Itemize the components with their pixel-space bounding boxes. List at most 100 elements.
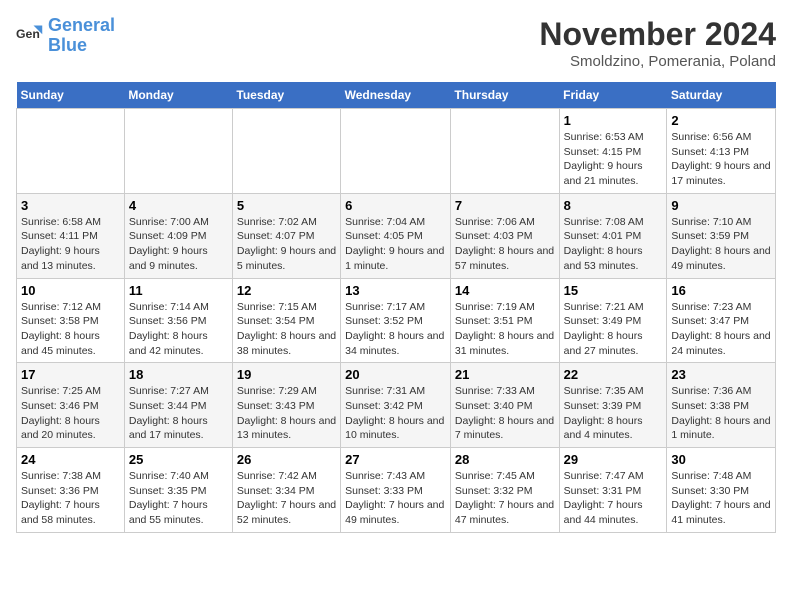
- day-cell: 18 Sunrise: 7:27 AM Sunset: 3:44 PM Dayli…: [124, 363, 232, 448]
- location: Smoldzino, Pomerania, Poland: [539, 53, 776, 70]
- day-number: 17: [21, 367, 120, 382]
- day-cell: [341, 109, 451, 194]
- day-info: Sunrise: 7:02 AM Sunset: 4:07 PM Dayligh…: [237, 215, 336, 274]
- day-cell: 17 Sunrise: 7:25 AM Sunset: 3:46 PM Dayli…: [17, 363, 125, 448]
- day-number: 8: [564, 198, 663, 213]
- day-cell: 8 Sunrise: 7:08 AM Sunset: 4:01 PM Daylig…: [559, 193, 667, 278]
- day-number: 13: [345, 283, 446, 298]
- day-cell: [232, 109, 340, 194]
- day-info: Sunrise: 7:33 AM Sunset: 3:40 PM Dayligh…: [455, 384, 555, 443]
- header-monday: Monday: [124, 82, 232, 109]
- day-cell: 16 Sunrise: 7:23 AM Sunset: 3:47 PM Dayli…: [667, 278, 776, 363]
- day-info: Sunrise: 7:43 AM Sunset: 3:33 PM Dayligh…: [345, 469, 446, 528]
- header-saturday: Saturday: [667, 82, 776, 109]
- day-cell: 28 Sunrise: 7:45 AM Sunset: 3:32 PM Dayli…: [450, 448, 559, 533]
- day-info: Sunrise: 7:25 AM Sunset: 3:46 PM Dayligh…: [21, 384, 120, 443]
- day-info: Sunrise: 7:31 AM Sunset: 3:42 PM Dayligh…: [345, 384, 446, 443]
- day-cell: 13 Sunrise: 7:17 AM Sunset: 3:52 PM Dayli…: [341, 278, 451, 363]
- day-info: Sunrise: 7:19 AM Sunset: 3:51 PM Dayligh…: [455, 300, 555, 359]
- day-info: Sunrise: 6:53 AM Sunset: 4:15 PM Dayligh…: [564, 130, 663, 189]
- day-info: Sunrise: 7:45 AM Sunset: 3:32 PM Dayligh…: [455, 469, 555, 528]
- day-info: Sunrise: 7:17 AM Sunset: 3:52 PM Dayligh…: [345, 300, 446, 359]
- day-cell: [124, 109, 232, 194]
- day-number: 19: [237, 367, 336, 382]
- day-number: 22: [564, 367, 663, 382]
- header-row: SundayMondayTuesdayWednesdayThursdayFrid…: [17, 82, 776, 109]
- day-number: 10: [21, 283, 120, 298]
- day-cell: 14 Sunrise: 7:19 AM Sunset: 3:51 PM Dayli…: [450, 278, 559, 363]
- day-cell: 12 Sunrise: 7:15 AM Sunset: 3:54 PM Dayli…: [232, 278, 340, 363]
- day-info: Sunrise: 7:48 AM Sunset: 3:30 PM Dayligh…: [671, 469, 771, 528]
- day-number: 3: [21, 198, 120, 213]
- title-area: November 2024 Smoldzino, Pomerania, Pola…: [539, 16, 776, 70]
- day-cell: 15 Sunrise: 7:21 AM Sunset: 3:49 PM Dayli…: [559, 278, 667, 363]
- day-info: Sunrise: 7:14 AM Sunset: 3:56 PM Dayligh…: [129, 300, 228, 359]
- week-row-4: 24 Sunrise: 7:38 AM Sunset: 3:36 PM Dayli…: [17, 448, 776, 533]
- day-cell: 4 Sunrise: 7:00 AM Sunset: 4:09 PM Daylig…: [124, 193, 232, 278]
- day-info: Sunrise: 7:00 AM Sunset: 4:09 PM Dayligh…: [129, 215, 228, 274]
- day-number: 16: [671, 283, 771, 298]
- day-cell: [450, 109, 559, 194]
- week-row-3: 17 Sunrise: 7:25 AM Sunset: 3:46 PM Dayli…: [17, 363, 776, 448]
- day-number: 12: [237, 283, 336, 298]
- day-number: 23: [671, 367, 771, 382]
- day-cell: 30 Sunrise: 7:48 AM Sunset: 3:30 PM Dayli…: [667, 448, 776, 533]
- calendar-table: SundayMondayTuesdayWednesdayThursdayFrid…: [16, 82, 776, 533]
- day-number: 4: [129, 198, 228, 213]
- day-cell: 2 Sunrise: 6:56 AM Sunset: 4:13 PM Daylig…: [667, 109, 776, 194]
- logo-icon: Gen: [16, 22, 44, 50]
- svg-text:Gen: Gen: [16, 27, 40, 41]
- day-cell: 1Sunrise: 6:53 AM Sunset: 4:15 PM Daylig…: [559, 109, 667, 194]
- day-info: Sunrise: 7:38 AM Sunset: 3:36 PM Dayligh…: [21, 469, 120, 528]
- day-number: 6: [345, 198, 446, 213]
- day-info: Sunrise: 7:15 AM Sunset: 3:54 PM Dayligh…: [237, 300, 336, 359]
- day-info: Sunrise: 7:29 AM Sunset: 3:43 PM Dayligh…: [237, 384, 336, 443]
- header-thursday: Thursday: [450, 82, 559, 109]
- day-cell: 10 Sunrise: 7:12 AM Sunset: 3:58 PM Dayli…: [17, 278, 125, 363]
- logo-text: General Blue: [48, 16, 115, 56]
- header-tuesday: Tuesday: [232, 82, 340, 109]
- day-cell: 23 Sunrise: 7:36 AM Sunset: 3:38 PM Dayli…: [667, 363, 776, 448]
- day-cell: 25 Sunrise: 7:40 AM Sunset: 3:35 PM Dayli…: [124, 448, 232, 533]
- day-cell: 24 Sunrise: 7:38 AM Sunset: 3:36 PM Dayli…: [17, 448, 125, 533]
- day-number: 28: [455, 452, 555, 467]
- day-cell: 3 Sunrise: 6:58 AM Sunset: 4:11 PM Daylig…: [17, 193, 125, 278]
- day-number: 9: [671, 198, 771, 213]
- day-cell: 6Sunrise: 7:04 AM Sunset: 4:05 PM Daylig…: [341, 193, 451, 278]
- day-cell: 26Sunrise: 7:42 AM Sunset: 3:34 PM Dayli…: [232, 448, 340, 533]
- day-cell: 11Sunrise: 7:14 AM Sunset: 3:56 PM Dayli…: [124, 278, 232, 363]
- header: Gen General Blue November 2024 Smoldzino…: [16, 16, 776, 70]
- day-number: 18: [129, 367, 228, 382]
- day-number: 14: [455, 283, 555, 298]
- day-number: 25: [129, 452, 228, 467]
- day-cell: 22Sunrise: 7:35 AM Sunset: 3:39 PM Dayli…: [559, 363, 667, 448]
- header-wednesday: Wednesday: [341, 82, 451, 109]
- day-info: Sunrise: 7:12 AM Sunset: 3:58 PM Dayligh…: [21, 300, 120, 359]
- day-cell: 27 Sunrise: 7:43 AM Sunset: 3:33 PM Dayli…: [341, 448, 451, 533]
- day-info: Sunrise: 7:08 AM Sunset: 4:01 PM Dayligh…: [564, 215, 663, 274]
- day-number: 30: [671, 452, 771, 467]
- day-cell: 20Sunrise: 7:31 AM Sunset: 3:42 PM Dayli…: [341, 363, 451, 448]
- day-cell: 19 Sunrise: 7:29 AM Sunset: 3:43 PM Dayli…: [232, 363, 340, 448]
- week-row-1: 3 Sunrise: 6:58 AM Sunset: 4:11 PM Daylig…: [17, 193, 776, 278]
- day-number: 27: [345, 452, 446, 467]
- day-info: Sunrise: 7:27 AM Sunset: 3:44 PM Dayligh…: [129, 384, 228, 443]
- day-info: Sunrise: 7:36 AM Sunset: 3:38 PM Dayligh…: [671, 384, 771, 443]
- day-info: Sunrise: 7:47 AM Sunset: 3:31 PM Dayligh…: [564, 469, 663, 528]
- day-cell: 5Sunrise: 7:02 AM Sunset: 4:07 PM Daylig…: [232, 193, 340, 278]
- day-cell: 21Sunrise: 7:33 AM Sunset: 3:40 PM Dayli…: [450, 363, 559, 448]
- logo-line1: General: [48, 15, 115, 35]
- day-number: 2: [671, 113, 771, 128]
- day-info: Sunrise: 6:58 AM Sunset: 4:11 PM Dayligh…: [21, 215, 120, 274]
- day-cell: 7Sunrise: 7:06 AM Sunset: 4:03 PM Daylig…: [450, 193, 559, 278]
- day-cell: [17, 109, 125, 194]
- week-row-2: 10 Sunrise: 7:12 AM Sunset: 3:58 PM Dayli…: [17, 278, 776, 363]
- day-info: Sunrise: 7:06 AM Sunset: 4:03 PM Dayligh…: [455, 215, 555, 274]
- day-number: 15: [564, 283, 663, 298]
- week-row-0: 1Sunrise: 6:53 AM Sunset: 4:15 PM Daylig…: [17, 109, 776, 194]
- day-info: Sunrise: 7:23 AM Sunset: 3:47 PM Dayligh…: [671, 300, 771, 359]
- day-info: Sunrise: 6:56 AM Sunset: 4:13 PM Dayligh…: [671, 130, 771, 189]
- day-info: Sunrise: 7:21 AM Sunset: 3:49 PM Dayligh…: [564, 300, 663, 359]
- day-info: Sunrise: 7:40 AM Sunset: 3:35 PM Dayligh…: [129, 469, 228, 528]
- day-number: 24: [21, 452, 120, 467]
